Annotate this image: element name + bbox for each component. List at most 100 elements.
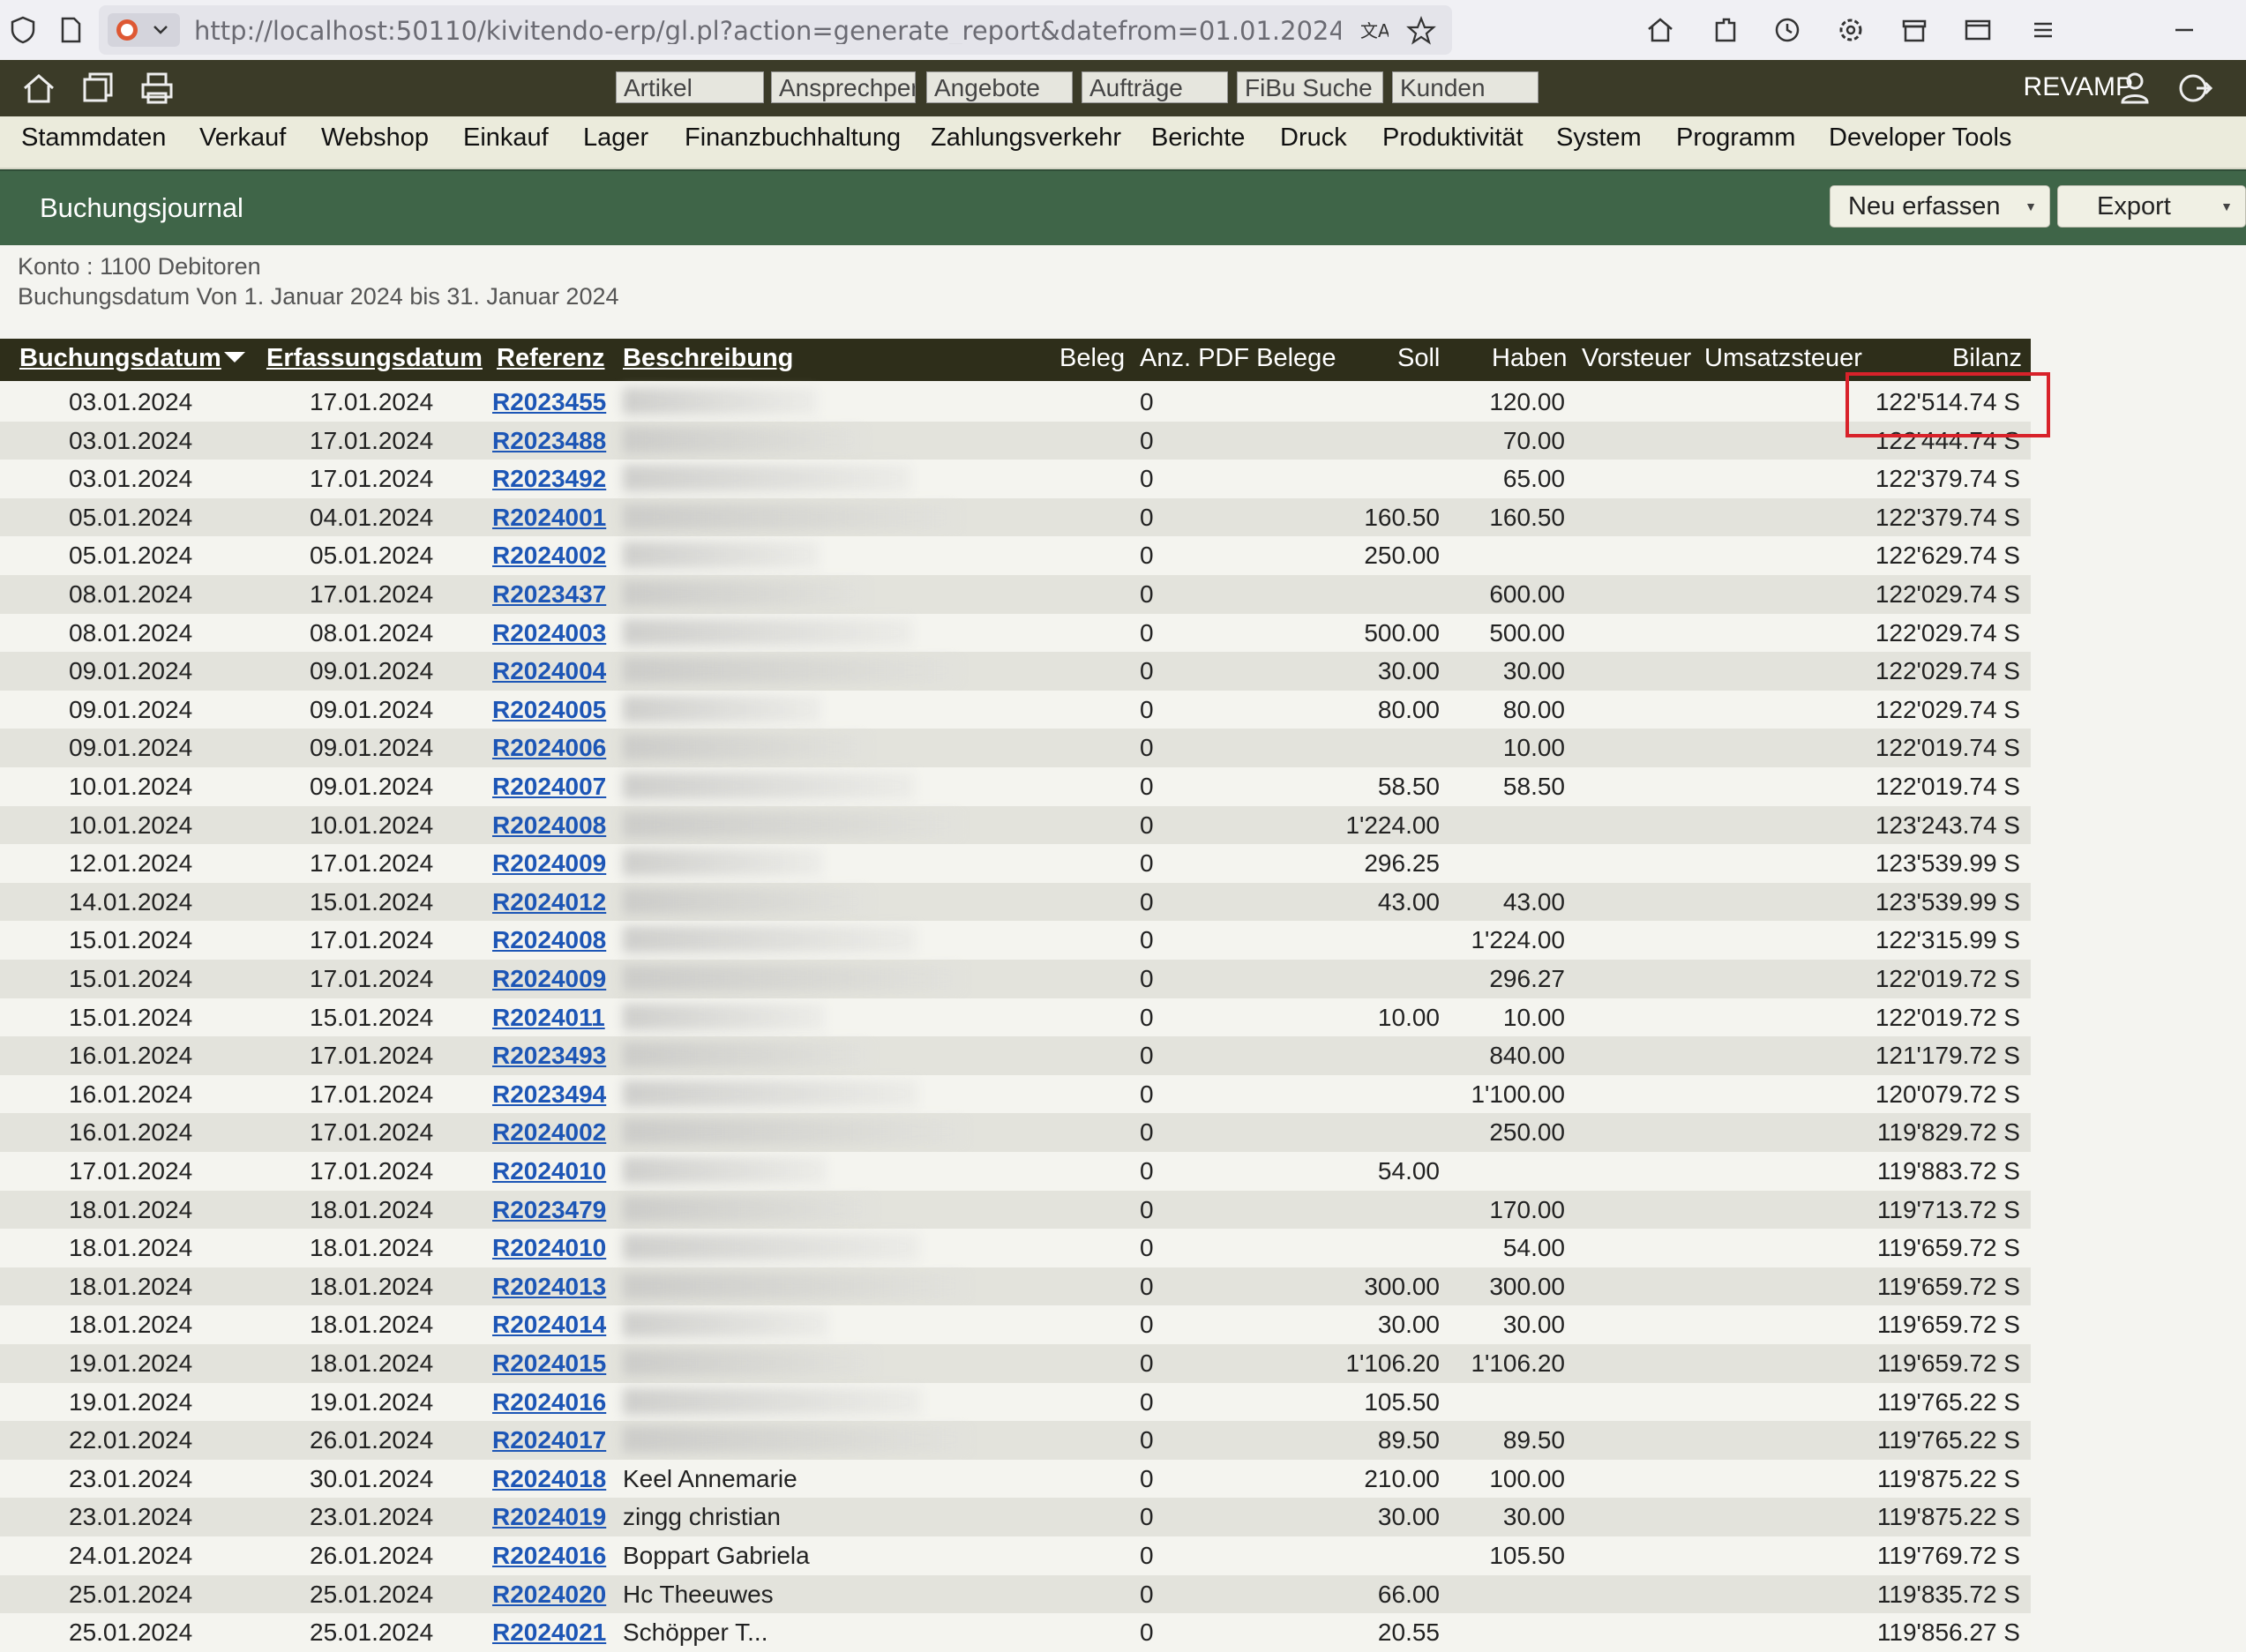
redacted-description — [623, 388, 817, 415]
site-identity-button[interactable] — [108, 13, 180, 47]
url-text[interactable]: http://localhost:50110/kivitendo-erp/gl.… — [194, 16, 1341, 44]
export-label: Export — [2097, 192, 2171, 221]
redacted-description — [623, 965, 962, 991]
cell-erfassungsdatum: 30.01.2024 — [310, 1464, 434, 1492]
url-bar[interactable]: http://localhost:50110/kivitendo-erp/gl.… — [99, 5, 1452, 55]
cell-anz-pdf-belege: 0 — [1140, 773, 1154, 800]
cell-referenz-link[interactable]: R2024002 — [492, 1118, 606, 1147]
cell-referenz-link[interactable]: R2024014 — [492, 1311, 606, 1339]
cell-anz-pdf-belege: 0 — [1140, 1195, 1154, 1223]
cell-referenz-link[interactable]: R2024016 — [492, 1542, 606, 1570]
cell-referenz-link[interactable]: R2024013 — [492, 1273, 606, 1301]
cell-referenz-link[interactable]: R2024008 — [492, 926, 606, 954]
menu-system[interactable]: System — [1556, 123, 1642, 153]
cell-referenz-link[interactable]: R2024005 — [492, 696, 606, 724]
cell-erfassungsdatum: 17.01.2024 — [310, 849, 434, 878]
cell-erfassungsdatum: 26.01.2024 — [310, 1426, 434, 1454]
cell-referenz-link[interactable]: R2024020 — [492, 1581, 606, 1609]
cell-haben: 100.00 — [1489, 1464, 1565, 1492]
minimize-icon[interactable] — [2168, 14, 2200, 46]
quick-search-auftraege[interactable]: Aufträge — [1082, 71, 1228, 103]
cell-referenz-link[interactable]: R2024006 — [492, 734, 606, 762]
cell-referenz-link[interactable]: R2024007 — [492, 773, 606, 801]
table-row: 09.01.2024 09.01.2024 R2024004 0 30.00 30.00 1… — [0, 652, 2031, 691]
cell-referenz-link[interactable]: R2024002 — [492, 542, 606, 570]
home-icon[interactable] — [19, 69, 58, 108]
menu-programm[interactable]: Programm — [1676, 123, 1795, 153]
print-icon[interactable] — [138, 69, 176, 108]
logout-icon[interactable] — [2175, 69, 2214, 108]
cell-referenz-link[interactable]: R2023455 — [492, 388, 606, 416]
user-icon[interactable] — [2115, 69, 2154, 108]
menu-zahlungsverkehr[interactable]: Zahlungsverkehr — [931, 123, 1121, 153]
cell-referenz-link[interactable]: R2024010 — [492, 1234, 606, 1262]
header-referenz[interactable]: Referenz — [497, 344, 605, 373]
cell-beschreibung: Keel Annemarie — [623, 1464, 797, 1492]
cell-referenz-link[interactable]: R2024009 — [492, 849, 606, 878]
page-title: Buchungsjournal — [40, 192, 243, 223]
cell-referenz-link[interactable]: R2024017 — [492, 1426, 606, 1454]
cell-erfassungsdatum: 25.01.2024 — [310, 1580, 434, 1608]
cell-referenz-link[interactable]: R2024010 — [492, 1157, 606, 1185]
cell-anz-pdf-belege: 0 — [1140, 1003, 1154, 1031]
history-icon[interactable] — [1771, 14, 1803, 46]
cell-referenz-link[interactable]: R2023494 — [492, 1080, 606, 1109]
archive-icon[interactable] — [1898, 14, 1930, 46]
menu-stammdaten[interactable]: Stammdaten — [21, 123, 166, 153]
cell-referenz-link[interactable]: R2024003 — [492, 619, 606, 647]
header-erfassungsdatum[interactable]: Erfassungsdatum — [266, 344, 483, 373]
cell-referenz-link[interactable]: R2024021 — [492, 1618, 606, 1647]
gear-icon[interactable] — [1835, 14, 1867, 46]
cell-bilanz: 121'179.72 S — [1875, 1042, 2020, 1070]
cell-referenz-link[interactable]: R2024012 — [492, 888, 606, 916]
cell-buchungsdatum: 18.01.2024 — [69, 1234, 193, 1262]
home-icon[interactable] — [1644, 14, 1676, 46]
cell-haben: 65.00 — [1502, 465, 1565, 493]
quick-search-fibu[interactable]: FiBu Suche — [1237, 71, 1383, 103]
new-window-icon[interactable] — [78, 69, 116, 108]
menu-berichte[interactable]: Berichte — [1151, 123, 1245, 153]
header-beschreibung[interactable]: Beschreibung — [623, 344, 793, 373]
cell-referenz-link[interactable]: R2024004 — [492, 657, 606, 685]
menu-druck[interactable]: Druck — [1280, 123, 1347, 153]
menu-lager[interactable]: Lager — [583, 123, 648, 153]
cell-referenz-link[interactable]: R2023493 — [492, 1042, 606, 1070]
menu-einkauf[interactable]: Einkauf — [463, 123, 549, 153]
new-entry-button[interactable]: Neu erfassen ▼ — [1830, 185, 2050, 228]
menu-developer-tools[interactable]: Developer Tools — [1829, 123, 2011, 153]
header-soll: Soll — [1397, 344, 1441, 372]
cell-referenz-link[interactable]: R2024016 — [492, 1388, 606, 1417]
hamburger-menu-icon[interactable] — [2027, 14, 2059, 46]
cell-referenz-link[interactable]: R2024011 — [492, 1004, 605, 1032]
cell-referenz-link[interactable]: R2024008 — [492, 811, 606, 840]
shield-icon[interactable] — [7, 14, 39, 46]
cell-erfassungsdatum: 10.01.2024 — [310, 811, 434, 839]
menu-verkauf[interactable]: Verkauf — [199, 123, 286, 153]
quick-search-kunden[interactable]: Kunden — [1392, 71, 1539, 103]
cell-bilanz: 122'379.74 S — [1875, 503, 2020, 531]
cell-referenz-link[interactable]: R2023488 — [492, 427, 606, 455]
menu-finanzbuchhaltung[interactable]: Finanzbuchhaltung — [685, 123, 901, 153]
export-button[interactable]: Export ▼ — [2057, 185, 2246, 228]
cell-referenz-link[interactable]: R2024019 — [492, 1503, 606, 1531]
sidebar-icon[interactable] — [1962, 14, 1994, 46]
cell-referenz-link[interactable]: R2024015 — [492, 1349, 606, 1378]
bookmark-star-icon[interactable] — [1406, 16, 1436, 46]
menu-webshop[interactable]: Webshop — [321, 123, 429, 153]
menu-produktivitaet[interactable]: Produktivität — [1382, 123, 1524, 153]
cell-referenz-link[interactable]: R2024018 — [492, 1465, 606, 1493]
cell-referenz-link[interactable]: R2023437 — [492, 580, 606, 609]
cell-referenz-link[interactable]: R2024009 — [492, 965, 606, 993]
cell-referenz-link[interactable]: R2023479 — [492, 1196, 606, 1224]
quick-search-ansprechpartner[interactable]: Ansprechper — [771, 71, 916, 103]
extensions-icon[interactable] — [1710, 14, 1741, 46]
quick-search-artikel[interactable]: Artikel — [616, 71, 764, 103]
page-icon[interactable] — [55, 14, 86, 46]
sort-desc-icon[interactable] — [224, 352, 245, 363]
translate-icon[interactable]: 文A — [1359, 16, 1389, 46]
quick-search-angebote[interactable]: Angebote — [926, 71, 1073, 103]
header-buchungsdatum[interactable]: Buchungsdatum — [19, 344, 221, 373]
cell-bilanz: 122'379.74 S — [1875, 465, 2020, 493]
cell-referenz-link[interactable]: R2024001 — [492, 504, 606, 532]
cell-referenz-link[interactable]: R2023492 — [492, 465, 606, 493]
